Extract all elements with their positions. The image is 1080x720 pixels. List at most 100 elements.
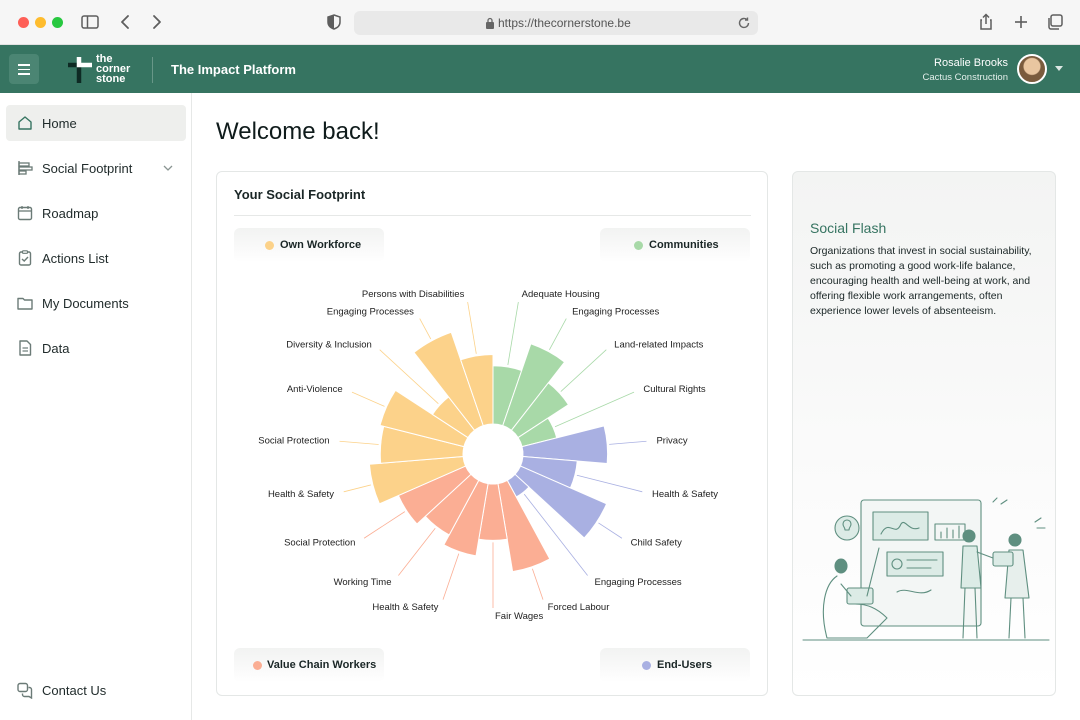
legend-label: Value Chain Workers xyxy=(267,659,377,671)
polar-label: Fair Wages xyxy=(495,611,543,622)
sidebar-item-label: Home xyxy=(42,116,77,131)
polar-label: Anti-Violence xyxy=(287,384,343,395)
avatar[interactable] xyxy=(1017,54,1047,84)
cornerstone-logo[interactable]: the corner stone xyxy=(66,53,136,87)
window-close-button[interactable] xyxy=(18,17,29,28)
leader-line xyxy=(339,440,379,445)
forward-arrow-icon[interactable] xyxy=(146,12,166,32)
leader-line xyxy=(532,568,544,600)
logo-text: the corner stone xyxy=(96,53,131,85)
polar-label: Working Time xyxy=(334,577,392,588)
leader-line xyxy=(419,318,432,340)
sidebar-item-home[interactable]: Home xyxy=(6,105,186,141)
polar-label: Engaging Processes xyxy=(595,577,682,588)
polar-label: Persons with Disabilities xyxy=(362,289,465,300)
sidebar-item-label: Data xyxy=(42,341,70,356)
chat-bubbles-icon xyxy=(17,682,33,699)
legend-dot xyxy=(253,661,262,670)
legend-dot xyxy=(642,661,651,670)
new-tab-icon[interactable] xyxy=(1011,12,1031,32)
hamburger-icon-line xyxy=(18,68,30,71)
polar-label: Health & Safety xyxy=(268,489,334,500)
polar-label: Privacy xyxy=(656,436,687,447)
legend-end-users[interactable]: End-Users xyxy=(600,648,750,682)
app-header: the corner stone The Impact Platform Ros… xyxy=(0,45,1080,93)
sidebar-item-label: Actions List xyxy=(42,251,109,266)
url-text: https://thecornerstone.be xyxy=(498,16,631,30)
team-illustration-icon xyxy=(802,497,1050,641)
sidebar-item-data[interactable]: Data xyxy=(6,330,186,366)
sidebar-toggle-icon[interactable] xyxy=(80,12,100,32)
leader-line xyxy=(549,318,567,350)
leader-line xyxy=(363,511,406,539)
page-title: Welcome back! xyxy=(216,118,380,145)
polar-label: Child Safety xyxy=(631,538,682,549)
window-zoom-button[interactable] xyxy=(52,17,63,28)
sidebar-item-contact-us[interactable]: Contact Us xyxy=(6,672,186,708)
polar-label: Cultural Rights xyxy=(643,384,706,395)
sidebar-item-roadmap[interactable]: Roadmap xyxy=(6,195,186,231)
leader-line xyxy=(398,527,436,576)
leader-line xyxy=(609,440,647,445)
legend-label: Own Workforce xyxy=(280,239,362,251)
chart-center-hole xyxy=(463,424,523,484)
legend-communities[interactable]: Communities xyxy=(600,228,750,262)
logo-mark-icon xyxy=(68,57,92,83)
leader-line xyxy=(560,349,607,392)
privacy-shield-icon[interactable] xyxy=(324,12,344,32)
legend-dot xyxy=(265,241,274,250)
legend-dot xyxy=(634,241,643,250)
lock-icon xyxy=(486,17,494,29)
polar-label: Diversity & Inclusion xyxy=(286,339,372,350)
polar-label: Engaging Processes xyxy=(572,307,659,318)
leader-line xyxy=(576,474,643,493)
calendar-icon xyxy=(17,206,33,221)
sidebar: Home Social Footprint Roadmap Actions Li… xyxy=(0,93,192,720)
reload-icon[interactable] xyxy=(736,15,752,31)
legend-label: Communities xyxy=(649,239,719,251)
social-footprint-card: Your Social Footprint Adequate Housing En… xyxy=(216,171,768,696)
leader-line xyxy=(598,522,623,539)
social-flash-title: Social Flash xyxy=(810,220,887,236)
chevron-down-icon[interactable] xyxy=(1055,66,1063,71)
share-icon[interactable] xyxy=(976,12,996,32)
polar-label: Social Protection xyxy=(284,538,355,549)
legend-own-workforce[interactable]: Own Workforce xyxy=(234,228,384,262)
legend-value-chain-workers[interactable]: Value Chain Workers xyxy=(234,648,384,682)
menu-button[interactable] xyxy=(9,54,39,84)
leader-line xyxy=(343,484,371,493)
leader-line xyxy=(442,553,460,600)
sidebar-item-social-footprint[interactable]: Social Footprint xyxy=(6,150,186,186)
sidebar-item-label: Contact Us xyxy=(42,683,107,698)
tab-overview-icon[interactable] xyxy=(1045,12,1065,32)
browser-toolbar: https://thecornerstone.be xyxy=(0,0,1080,45)
social-flash-body: Organizations that invest in social sust… xyxy=(810,245,1032,317)
polar-label: Health & Safety xyxy=(652,489,718,500)
back-arrow-icon[interactable] xyxy=(116,12,136,32)
address-bar[interactable]: https://thecornerstone.be xyxy=(354,11,758,35)
clipboard-check-icon xyxy=(18,250,32,266)
sidebar-item-actions-list[interactable]: Actions List xyxy=(6,240,186,276)
user-name[interactable]: Rosalie Brooks xyxy=(934,57,1008,69)
user-company[interactable]: Cactus Construction xyxy=(922,72,1008,83)
polar-label: Engaging Processes xyxy=(327,307,414,318)
social-flash-panel: Social Flash Organizations that invest i… xyxy=(792,171,1056,696)
polar-label: Land-related Impacts xyxy=(614,339,703,350)
folder-icon xyxy=(17,297,33,310)
legend-label: End-Users xyxy=(657,659,713,671)
polar-label: Social Protection xyxy=(258,436,329,447)
sidebar-item-my-documents[interactable]: My Documents xyxy=(6,285,186,321)
polar-label: Forced Labour xyxy=(548,602,610,613)
leader-line xyxy=(467,302,477,354)
document-icon xyxy=(19,340,32,356)
hamburger-icon xyxy=(18,64,30,66)
chart-bars-icon xyxy=(18,161,33,175)
hamburger-icon-line xyxy=(18,73,30,75)
header-divider xyxy=(152,57,153,83)
leader-line xyxy=(351,391,385,407)
sidebar-item-label: My Documents xyxy=(42,296,129,311)
chevron-down-icon[interactable] xyxy=(163,163,173,173)
leader-line xyxy=(554,391,635,428)
window-minimize-button[interactable] xyxy=(35,17,46,28)
polar-label: Health & Safety xyxy=(372,602,438,613)
